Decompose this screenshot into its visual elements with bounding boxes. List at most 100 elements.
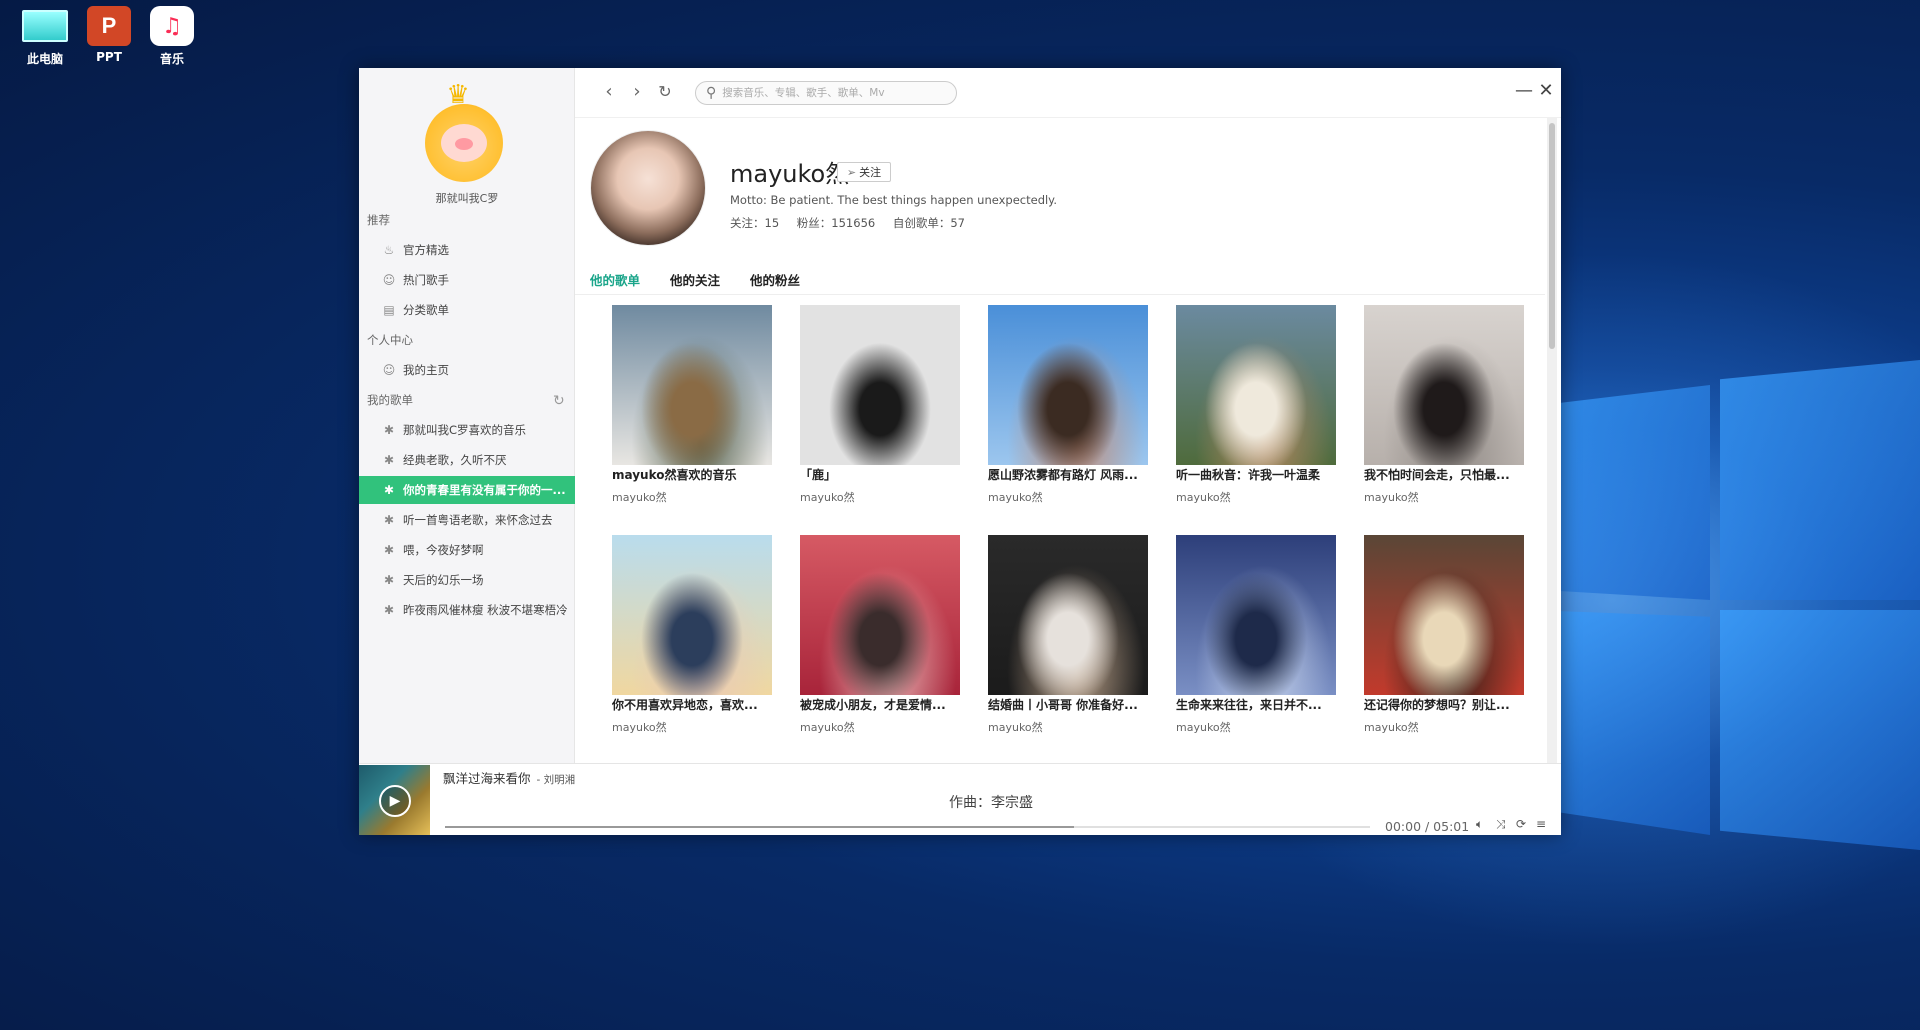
now-playing-cover[interactable]: ▶ [359, 765, 430, 835]
playlist-cover-image[interactable] [800, 305, 960, 465]
lyric-line: 作曲：李宗盛 [949, 795, 1033, 811]
playlist-card[interactable]: 你不用喜欢异地恋，喜欢... mayuko然 [612, 535, 772, 735]
sidebar-item-hot-singers[interactable]: ☺ 热门歌手 [359, 266, 575, 294]
scrollbar-thumb[interactable] [1549, 123, 1555, 349]
following-count: 关注：15 [730, 216, 780, 230]
song-artist: - 刘明湘 [536, 774, 576, 786]
send-icon: ➢ [846, 165, 857, 179]
minimize-icon: — [1515, 80, 1533, 101]
search-box[interactable]: ⚲ [695, 81, 957, 105]
playlist-card[interactable]: mayuko然喜欢的音乐 mayuko然 [612, 305, 772, 505]
tab-his-playlists[interactable]: 他的歌单 [590, 270, 640, 289]
playlist-author[interactable]: mayuko然 [800, 719, 960, 735]
playlist-cover-image[interactable] [1176, 305, 1336, 465]
sidebar-item-my-home[interactable]: ☺ 我的主页 [359, 356, 575, 384]
sidebar-playlist-item[interactable]: ✱ 经典老歌，久听不厌 [359, 446, 575, 474]
playlist-cover-image[interactable] [1364, 535, 1524, 695]
fans-count: 粉丝：151656 [796, 216, 876, 230]
playlist-cover-image[interactable] [988, 305, 1148, 465]
playlist-card[interactable]: 被宠成小朋友，才是爱情... mayuko然 [800, 535, 960, 735]
playlist-title[interactable]: 结婚曲丨小哥哥 你准备好... [988, 696, 1148, 713]
playlist-title[interactable]: 「鹿」 [800, 466, 960, 483]
playlist-title[interactable]: 听一曲秋音：许我一叶温柔 [1176, 466, 1336, 483]
playlist-title[interactable]: 被宠成小朋友，才是爱情... [800, 696, 960, 713]
search-icon: ⚲ [706, 85, 717, 101]
playlist-cover-image[interactable] [800, 535, 960, 695]
tab-his-fans[interactable]: 他的粉丝 [750, 270, 800, 289]
playlist-card[interactable]: 听一曲秋音：许我一叶温柔 mayuko然 [1176, 305, 1336, 505]
tab-his-following[interactable]: 他的关注 [670, 270, 720, 289]
playlist-cover-image[interactable] [1176, 535, 1336, 695]
forward-button[interactable]: › [625, 80, 649, 104]
sidebar-item-categories[interactable]: ▤ 分类歌单 [359, 296, 575, 324]
playlist-author[interactable]: mayuko然 [1176, 489, 1336, 505]
playlist-card[interactable]: 还记得你的梦想吗？别让... mayuko然 [1364, 535, 1524, 735]
playlist-author[interactable]: mayuko然 [988, 719, 1148, 735]
volume-button[interactable]: 🔈︎ [1476, 817, 1483, 832]
playlist-author[interactable]: mayuko然 [1364, 489, 1524, 505]
playlist-cover-image[interactable] [988, 535, 1148, 695]
back-button[interactable]: ‹ [597, 80, 621, 104]
sidebar-playlist-item[interactable]: ✱ 昨夜雨风催林瘦 秋波不堪寒梧冷 [359, 596, 575, 624]
desktop-icon-music[interactable]: ♫ 音乐 [142, 6, 202, 67]
sidebar-playlist-item[interactable]: ✱ 那就叫我C罗喜欢的音乐 [359, 416, 575, 444]
palm-icon: ✱ [383, 423, 395, 437]
playlist-card[interactable]: 「鹿」 mayuko然 [800, 305, 960, 505]
refresh-button[interactable]: ↻ [653, 80, 677, 104]
playlist-title[interactable]: 愿山野浓雾都有路灯 风雨... [988, 466, 1148, 483]
profile-motto: Motto: Be patient. The best things happe… [730, 193, 1058, 207]
playlist-title[interactable]: 生命来来往往，来日并不... [1176, 696, 1336, 713]
playlist-author[interactable]: mayuko然 [1364, 719, 1524, 735]
playlist-card[interactable]: 结婚曲丨小哥哥 你准备好... mayuko然 [988, 535, 1148, 735]
refresh-playlists-icon[interactable]: ↻ [553, 393, 565, 409]
menu-icon: ≡ [1536, 817, 1547, 831]
desktop-icon-this-pc[interactable]: 此电脑 [15, 6, 75, 67]
search-input[interactable] [722, 87, 943, 99]
close-button[interactable]: ✕ [1535, 80, 1557, 102]
sidebar-item-official-picks[interactable]: ♨ 官方精选 [359, 236, 575, 264]
sidebar-playlist-item[interactable]: ✱ 喂，今夜好梦啊 [359, 536, 575, 564]
sidebar-playlist-item-active[interactable]: ✱ 你的青春里有没有属于你的一... [359, 476, 575, 504]
avatar[interactable]: ♛ [419, 82, 515, 184]
playlist-cover-image[interactable] [1364, 305, 1524, 465]
playlist-cover-image[interactable] [612, 535, 772, 695]
playlist-title[interactable]: 你不用喜欢异地恋，喜欢... [612, 696, 772, 713]
playlist-title[interactable]: mayuko然喜欢的音乐 [612, 466, 772, 483]
playlist-card[interactable]: 生命来来往往，来日并不... mayuko然 [1176, 535, 1336, 735]
desktop-icon-ppt[interactable]: P PPT [79, 6, 139, 64]
playlist-cover-image[interactable] [612, 305, 772, 465]
playlist-queue-button[interactable]: ≡ [1536, 817, 1546, 831]
playlist-author[interactable]: mayuko然 [612, 719, 772, 735]
sidebar-playlist-item[interactable]: ✱ 天后的幻乐一场 [359, 566, 575, 594]
palm-icon: ✱ [383, 573, 395, 587]
smile-icon: ☺ [382, 363, 396, 377]
volume-icon: 🔈︎ [1476, 817, 1484, 831]
song-name: 飘洋过海来看你 [443, 771, 531, 786]
playlist-card[interactable]: 我不怕时间会走，只怕最... mayuko然 [1364, 305, 1524, 505]
playlist-title[interactable]: 还记得你的梦想吗？别让... [1364, 696, 1524, 713]
palm-icon: ✱ [383, 453, 395, 467]
playlist-author[interactable]: mayuko然 [988, 489, 1148, 505]
shuffle-button[interactable]: ⤨ [1496, 817, 1506, 832]
sidebar-item-label: 官方精选 [403, 243, 449, 257]
playlist-author[interactable]: mayuko然 [612, 489, 772, 505]
playlist-card[interactable]: 愿山野浓雾都有路灯 风雨... mayuko然 [988, 305, 1148, 505]
play-button[interactable]: ▶ [379, 785, 411, 817]
top-bar: ‹ › ↻ ⚲ — ✕ [575, 68, 1561, 118]
palm-icon: ✱ [383, 513, 395, 527]
sidebar-item-label: 喂，今夜好梦啊 [403, 543, 484, 557]
scrollbar[interactable] [1547, 118, 1557, 763]
playlist-author[interactable]: mayuko然 [1176, 719, 1336, 735]
minimize-button[interactable]: — [1513, 80, 1535, 102]
sidebar-item-label: 昨夜雨风催林瘦 秋波不堪寒梧冷 [403, 603, 568, 617]
playlist-author[interactable]: mayuko然 [800, 489, 960, 505]
playlist-title[interactable]: 我不怕时间会走，只怕最... [1364, 466, 1524, 483]
person-icon: ☺ [382, 273, 396, 287]
progress-bar[interactable] [445, 826, 1370, 828]
repeat-button[interactable]: ⟳ [1516, 817, 1526, 831]
playback-time: 00:00 / 05:01 [1385, 819, 1470, 834]
sidebar-item-label: 热门歌手 [403, 273, 449, 287]
shuffle-icon: ⤨ [1496, 817, 1506, 831]
sidebar-playlist-item[interactable]: ✱ 听一首粤语老歌，来怀念过去 [359, 506, 575, 534]
follow-button[interactable]: ➢ 关注 [837, 162, 891, 182]
